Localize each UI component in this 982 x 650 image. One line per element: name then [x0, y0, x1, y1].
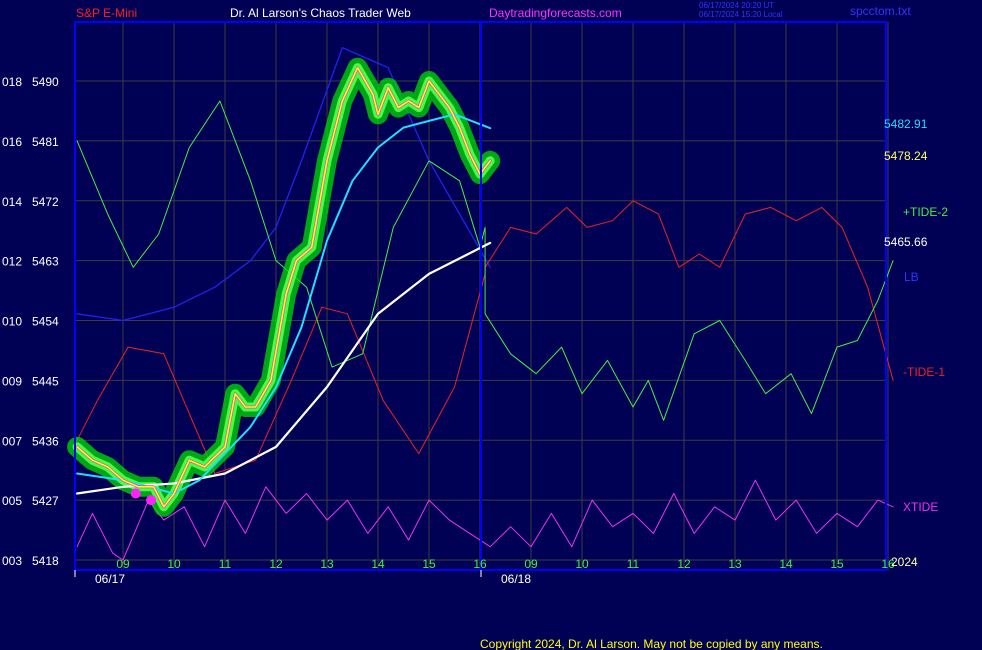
x-tick-hour-label: 11: [627, 557, 640, 571]
label-tide1: -TIDE-1: [903, 365, 945, 379]
x-tick-hour-label: 13: [728, 557, 742, 571]
label-price-yellow: 5478.24: [884, 149, 928, 163]
y-tick-tide-label: 007: [2, 434, 22, 448]
label-price-cyan: 5482.91: [884, 117, 928, 131]
x-tick-hour-label: 11: [219, 557, 232, 571]
y-tick-tide-label: 012: [2, 255, 22, 269]
x-tick-hour-label: 13: [320, 557, 334, 571]
y-tick-price-label: 5481: [32, 135, 59, 149]
y-tick-price-label: 5418: [32, 554, 59, 568]
chart-background: [0, 0, 982, 650]
x-tick-hour-label: 12: [677, 557, 691, 571]
x-tick-hour-label: 12: [269, 557, 283, 571]
pivot-marker: [146, 495, 157, 506]
y-tick-tide-label: 009: [2, 374, 22, 388]
y-tick-tide-label: 005: [2, 494, 22, 508]
label-year: 2024: [891, 555, 918, 569]
x-tick-hour-label: 14: [779, 557, 793, 571]
x-tick-hour-label: 16: [473, 557, 487, 571]
y-tick-price-label: 5454: [32, 315, 59, 329]
pivot-marker: [130, 488, 141, 499]
y-tick-price-label: 5472: [32, 195, 59, 209]
source-file: spcctom.txt: [850, 4, 911, 18]
y-tick-tide-label: 003: [2, 554, 22, 568]
x-tick-hour-label: 09: [116, 557, 130, 571]
y-tick-tide-label: 014: [2, 195, 22, 209]
label-price-white: 5465.66: [884, 235, 928, 249]
y-tick-price-label: 5427: [32, 494, 59, 508]
x-tick-hour-label: 14: [371, 557, 385, 571]
copyright: Copyright 2024, Dr. Al Larson. May not b…: [480, 637, 823, 650]
x-tick-hour-label: 09: [524, 557, 538, 571]
publisher-title: Dr. Al Larson's Chaos Trader Web: [230, 6, 411, 20]
x-tick-hour-label: 15: [422, 557, 436, 571]
y-tick-price-label: 5463: [32, 255, 59, 269]
x-tick-hour-label: 10: [575, 557, 589, 571]
x-tick-hour-label: 15: [830, 557, 844, 571]
y-tick-price-label: 5490: [32, 75, 59, 89]
timestamp-ut: 06/17/2024 20:20 UT: [699, 1, 774, 10]
x-tick-hour-label: 10: [167, 557, 181, 571]
chart-title: S&P E-Mini: [76, 6, 137, 20]
y-tick-price-label: 5445: [32, 374, 59, 388]
y-tick-tide-label: 010: [2, 315, 22, 329]
x-date-label: 06/18: [501, 572, 531, 586]
y-tick-price-label: 5436: [32, 434, 59, 448]
label-tide2: +TIDE-2: [903, 205, 948, 219]
y-tick-tide-label: 016: [2, 135, 22, 149]
y-tick-tide-label: 018: [2, 75, 22, 89]
x-date-label: 06/17: [95, 572, 125, 586]
website-link[interactable]: Daytradingforecasts.com: [489, 6, 622, 20]
chart-canvas: 018 5490 016 5481 014 5472 012 5463 010 5454 009 54…: [0, 0, 982, 650]
label-xtide: XTIDE: [903, 500, 938, 514]
timestamp-local: 06/17/2024 15:20 Local: [699, 10, 783, 19]
label-lb: LB: [904, 270, 919, 284]
